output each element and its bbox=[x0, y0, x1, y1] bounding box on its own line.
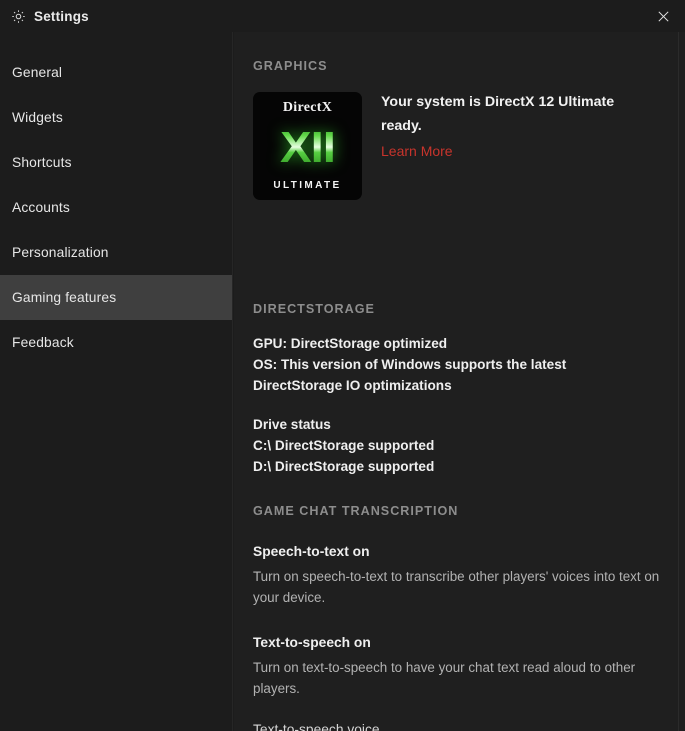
content-scrollbar[interactable] bbox=[678, 32, 685, 731]
sidebar: General Widgets Shortcuts Accounts Perso… bbox=[0, 32, 233, 731]
sidebar-item-feedback[interactable]: Feedback bbox=[0, 320, 232, 365]
setting-speech-to-text: Speech-to-text on Turn on speech-to-text… bbox=[253, 542, 668, 608]
sidebar-item-label: Gaming features bbox=[12, 290, 117, 305]
drive-status-row: C:\ DirectStorage supported bbox=[253, 438, 435, 453]
sidebar-item-personalization[interactable]: Personalization bbox=[0, 230, 232, 275]
directstorage-info: GPU: DirectStorage optimized OS: This ve… bbox=[253, 333, 653, 477]
sidebar-item-label: Widgets bbox=[12, 110, 63, 125]
directstorage-os-line: OS: This version of Windows supports the… bbox=[253, 357, 567, 393]
sidebar-item-accounts[interactable]: Accounts bbox=[0, 185, 232, 230]
title-bar: Settings bbox=[0, 0, 685, 32]
setting-description: Turn on text-to-speech to have your chat… bbox=[253, 660, 636, 696]
section-header-directstorage: DIRECTSTORAGE bbox=[253, 302, 375, 316]
close-icon bbox=[657, 10, 669, 22]
directx-status-block: Your system is DirectX 12 Ultimate ready… bbox=[381, 90, 651, 161]
directx-logo-top-text: DirectX bbox=[282, 100, 333, 115]
section-header-game-chat-transcription: GAME CHAT TRANSCRIPTION bbox=[253, 504, 459, 518]
setting-title: Speech-to-text on bbox=[253, 544, 370, 559]
directx-status-text: Your system is DirectX 12 Ultimate ready… bbox=[381, 94, 615, 134]
sidebar-item-label: General bbox=[12, 65, 63, 80]
window-title: Settings bbox=[34, 8, 89, 24]
setting-text-to-speech: Text-to-speech on Turn on text-to-speech… bbox=[253, 633, 668, 699]
sidebar-item-label: Personalization bbox=[12, 245, 109, 260]
drive-status-title: Drive status bbox=[253, 417, 331, 432]
close-button[interactable] bbox=[641, 0, 685, 32]
setting-title: Text-to-speech voice bbox=[253, 722, 380, 731]
sidebar-item-widgets[interactable]: Widgets bbox=[0, 95, 232, 140]
learn-more-link[interactable]: Learn More bbox=[381, 143, 453, 159]
content-panel: GRAPHICS DirectX XII ULTIMATE Your syste… bbox=[234, 32, 685, 731]
section-header-graphics: GRAPHICS bbox=[253, 59, 328, 73]
setting-description: Turn on speech-to-text to transcribe oth… bbox=[253, 569, 660, 605]
directx-logo-bottom-text: ULTIMATE bbox=[273, 180, 342, 191]
sidebar-item-general[interactable]: General bbox=[0, 50, 232, 95]
sidebar-item-label: Feedback bbox=[12, 335, 74, 350]
setting-title: Text-to-speech on bbox=[253, 635, 371, 650]
directx-ultimate-logo: DirectX XII ULTIMATE bbox=[253, 92, 362, 200]
sidebar-item-gaming-features[interactable]: Gaming features bbox=[0, 275, 232, 320]
drive-status-row: D:\ DirectStorage supported bbox=[253, 459, 435, 474]
directstorage-gpu-line: GPU: DirectStorage optimized bbox=[253, 336, 448, 351]
sidebar-item-label: Shortcuts bbox=[12, 155, 72, 170]
settings-window: Settings General Widgets Shortcuts Accou… bbox=[0, 0, 685, 731]
gear-icon bbox=[10, 8, 26, 24]
sidebar-item-shortcuts[interactable]: Shortcuts bbox=[0, 140, 232, 185]
sidebar-item-label: Accounts bbox=[12, 200, 70, 215]
setting-text-to-speech-voice: Text-to-speech voice Choose a voice to r… bbox=[253, 720, 668, 731]
directx-logo-version-text: XII bbox=[280, 123, 336, 172]
